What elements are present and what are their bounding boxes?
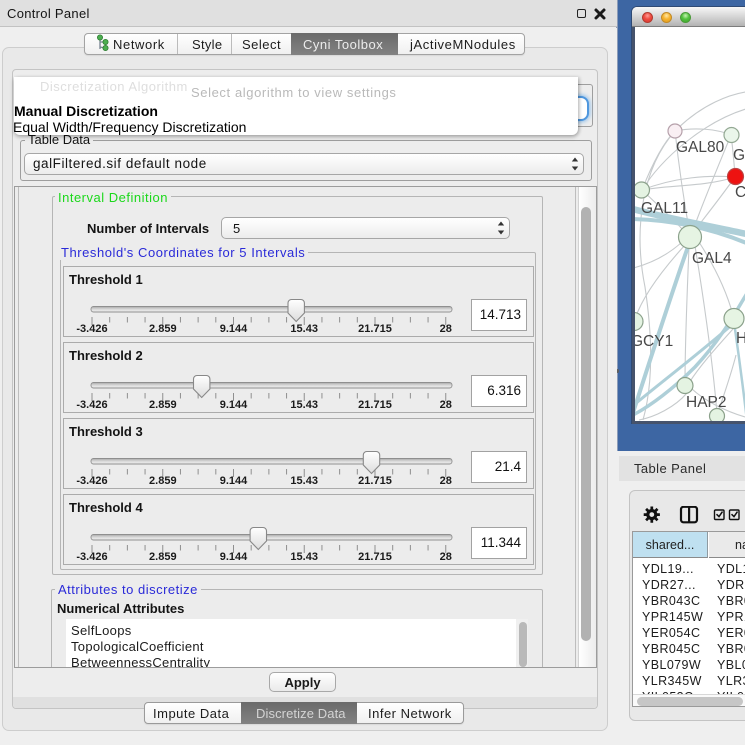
svg-text:GAL80: GAL80 xyxy=(676,139,725,156)
svg-text:H: H xyxy=(736,330,745,347)
svg-text:GA: GA xyxy=(733,147,745,164)
svg-text:C: C xyxy=(735,184,745,201)
svg-text:GAL4: GAL4 xyxy=(692,250,732,267)
svg-text:GCY1: GCY1 xyxy=(635,333,673,350)
svg-text:GAL11: GAL11 xyxy=(641,200,688,217)
svg-text:HAP2: HAP2 xyxy=(686,394,727,411)
